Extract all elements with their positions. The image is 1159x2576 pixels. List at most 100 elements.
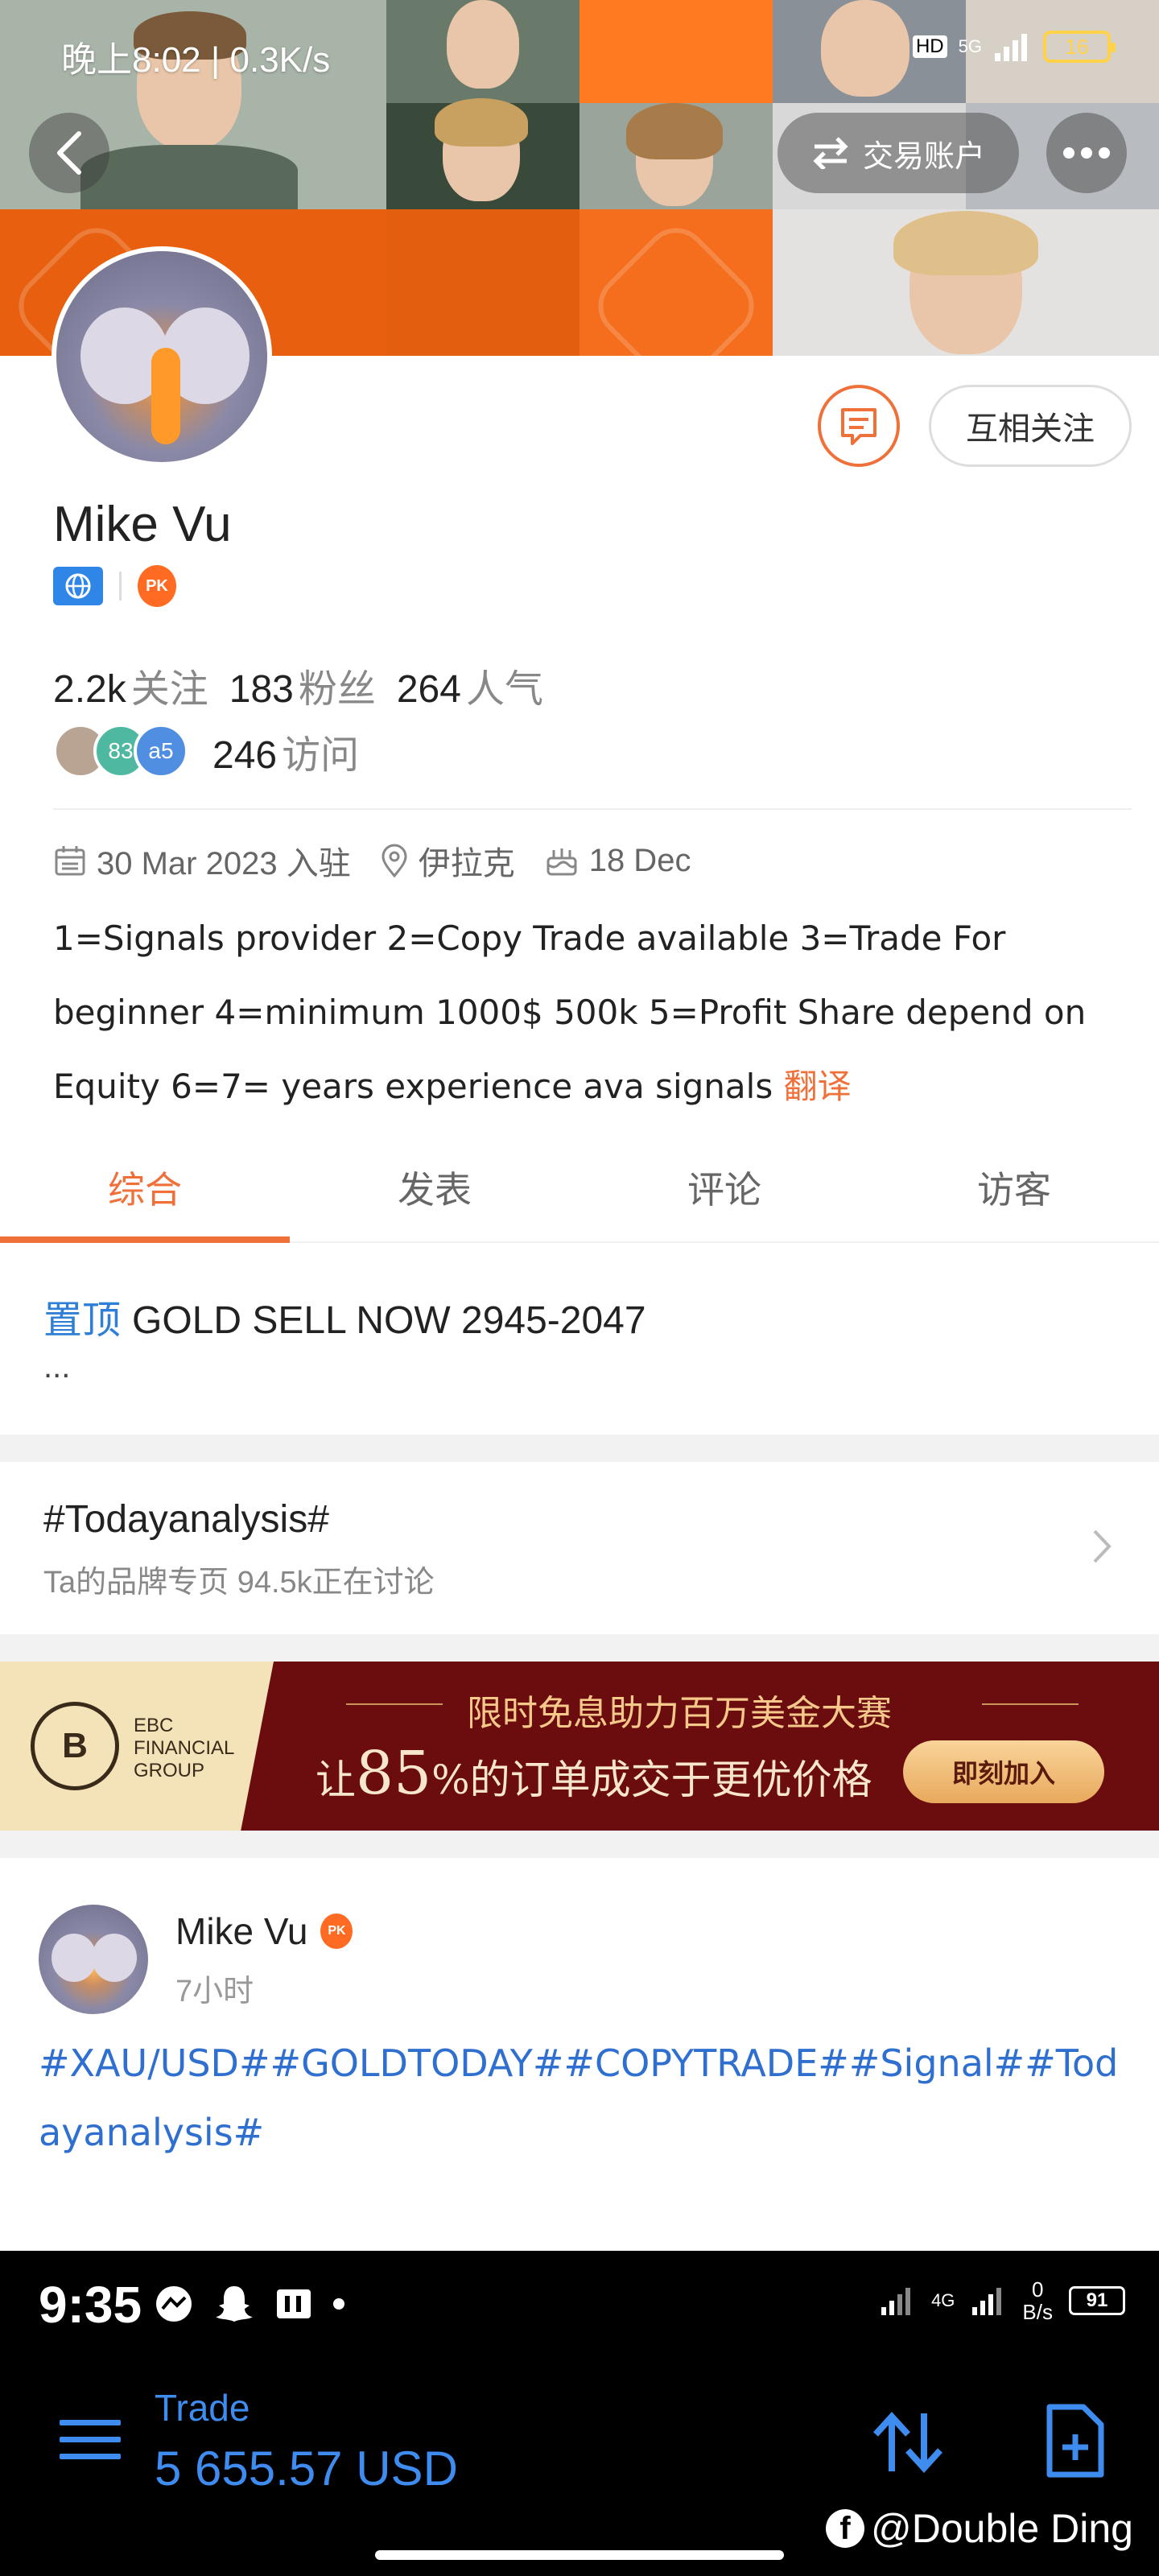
chevron-right-icon	[1093, 1530, 1112, 1563]
ad-decor-line	[982, 1703, 1079, 1705]
tab-posts[interactable]: 发表	[290, 1143, 580, 1241]
avatar-cat-right	[92, 1934, 137, 1982]
cake-icon	[547, 848, 577, 876]
network-icon: 5G	[958, 36, 982, 56]
tab-overview[interactable]: 综合	[0, 1143, 290, 1243]
tab-visitors[interactable]: 访客	[869, 1143, 1159, 1241]
post-hashtags[interactable]: #XAU/USD##GOLDTODAY##COPYTRADE##Signal##…	[39, 2029, 1125, 2167]
new-document-icon[interactable]	[1043, 2404, 1106, 2478]
speed-unit: B/s	[1022, 2300, 1053, 2324]
birthday-text: 18 Dec	[588, 842, 691, 878]
network-icon: 4G	[931, 2290, 955, 2310]
profile-avatar[interactable]	[52, 246, 272, 467]
ebc-logo-icon: B	[31, 1702, 119, 1790]
battery-icon: 91	[1069, 2286, 1125, 2315]
hd-icon: HD	[912, 35, 947, 58]
profile-meta: 30 Mar 2023 入驻 伊拉克 18 Dec	[53, 837, 710, 884]
section-gap	[0, 1634, 1159, 1662]
location: 伊拉克	[380, 837, 515, 884]
post-author-name: Mike Vu	[175, 1910, 308, 1952]
mutual-follow-button[interactable]: 互相关注	[929, 385, 1132, 467]
ad-main-prefix: 让	[316, 1757, 356, 1803]
cover-hair	[626, 103, 723, 159]
ad-main-suffix: %的订单成交于更优价格	[431, 1757, 872, 1803]
swap-icon	[813, 137, 848, 169]
birthday: 18 Dec	[544, 843, 691, 879]
speed-value: 0	[1031, 2277, 1044, 2301]
translate-link[interactable]: 翻译	[784, 1067, 852, 1106]
facebook-icon: f	[826, 2509, 864, 2548]
stat-popularity[interactable]: 264 人气	[397, 657, 543, 713]
globe-icon[interactable]	[53, 567, 103, 605]
stat-following[interactable]: 2.2k 关注	[53, 657, 208, 713]
visitors-row[interactable]: 83 a5 246 访问	[53, 723, 359, 779]
cover-shirt	[80, 145, 298, 209]
more-button[interactable]	[1046, 113, 1127, 193]
topic-title: #Todayanalysis#	[43, 1498, 329, 1541]
ad-decor-line	[346, 1703, 443, 1705]
visit-count-value: 246	[212, 734, 278, 777]
trade-label: Trade	[155, 2387, 250, 2429]
profile-tabs: 综合 发表 评论 访客	[0, 1143, 1159, 1243]
visit-count-label: 访问	[282, 734, 360, 777]
post-author[interactable]: Mike Vu PK	[175, 1909, 353, 1953]
more-dot	[1099, 147, 1110, 159]
watermark-text: @Double Ding	[871, 2506, 1133, 2551]
stat-following-value: 2.2k	[53, 668, 126, 711]
back-button[interactable]	[29, 113, 109, 193]
message-button[interactable]	[818, 385, 900, 467]
more-dot	[1063, 147, 1074, 159]
visit-count: 246 访问	[212, 723, 359, 779]
section-gap	[0, 1435, 1159, 1462]
ad-brand-line: GROUP	[134, 1760, 205, 1781]
joined-date: 30 Mar 2023 入驻	[53, 837, 351, 884]
chevron-left-icon	[57, 131, 81, 175]
trade-account-label: 交易账户	[862, 139, 985, 174]
chat-icon	[841, 408, 876, 445]
home-indicator[interactable]	[375, 2550, 784, 2560]
status-icons: 4G 0 B/s 91	[880, 2278, 1125, 2323]
pinned-title: GOLD SELL NOW 2945-2047	[132, 1299, 646, 1342]
app-icon	[277, 2289, 311, 2318]
menu-icon[interactable]	[60, 2420, 121, 2471]
signal-icon-2	[972, 2288, 1002, 2315]
cover-hair	[893, 211, 1038, 275]
pinned-post[interactable]: 置顶 GOLD SELL NOW 2945-2047	[43, 1288, 646, 1344]
signal-icon	[881, 2288, 911, 2315]
watermark: f @Double Ding	[826, 2505, 1133, 2552]
profile-stats: 2.2k 关注 183 粉丝 264 人气	[53, 657, 543, 713]
network-speed: 0 B/s	[1022, 2278, 1053, 2323]
ad-join-button[interactable]: 即刻加入	[903, 1740, 1104, 1803]
stat-popularity-label: 人气	[465, 668, 543, 711]
joined-text: 30 Mar 2023 入驻	[97, 846, 351, 881]
stat-followers[interactable]: 183 粉丝	[229, 657, 376, 713]
ad-banner[interactable]: B EBC FINANCIAL GROUP 限时免息助力百万美金大赛 让85%的…	[0, 1662, 1159, 1831]
signal-icon	[995, 34, 1027, 61]
status-icons: HD 5G 16	[912, 31, 1116, 63]
location-text: 伊拉克	[418, 846, 515, 881]
topic-subtitle: Ta的品牌专页 94.5k正在讨论	[43, 1566, 435, 1600]
pk-flame-icon: PK	[320, 1913, 353, 1949]
ad-brand-text: EBC FINANCIAL GROUP	[134, 1715, 234, 1782]
notification-icons	[153, 2283, 344, 2325]
profile-badges: PK	[53, 565, 176, 607]
pinned-tag: 置顶	[43, 1299, 122, 1342]
more-dot	[1081, 147, 1092, 159]
post-author-avatar[interactable]	[39, 1905, 148, 2014]
topic-card[interactable]: #Todayanalysis# Ta的品牌专页 94.5k正在讨论	[0, 1462, 1159, 1634]
post-time: 7小时	[175, 1975, 254, 2008]
status-time: 9:35	[39, 2276, 142, 2334]
avatar-cat-left	[52, 1934, 97, 1982]
swap-vertical-icon[interactable]	[869, 2409, 947, 2476]
ad-headline: 限时免息助力百万美金大赛	[467, 1693, 892, 1734]
trade-account-button[interactable]: 交易账户	[777, 113, 1019, 193]
ad-brand-line: EBC	[134, 1715, 174, 1736]
ad-brand-line: FINANCIAL	[134, 1737, 235, 1759]
pk-flame-icon[interactable]: PK	[138, 565, 176, 607]
tab-comments[interactable]: 评论	[580, 1143, 869, 1241]
stat-followers-label: 粉丝	[298, 668, 376, 711]
badge-divider	[119, 572, 122, 601]
ad-main-number: 85	[356, 1739, 432, 1808]
cover-tile	[386, 209, 580, 356]
stat-following-label: 关注	[130, 668, 208, 711]
